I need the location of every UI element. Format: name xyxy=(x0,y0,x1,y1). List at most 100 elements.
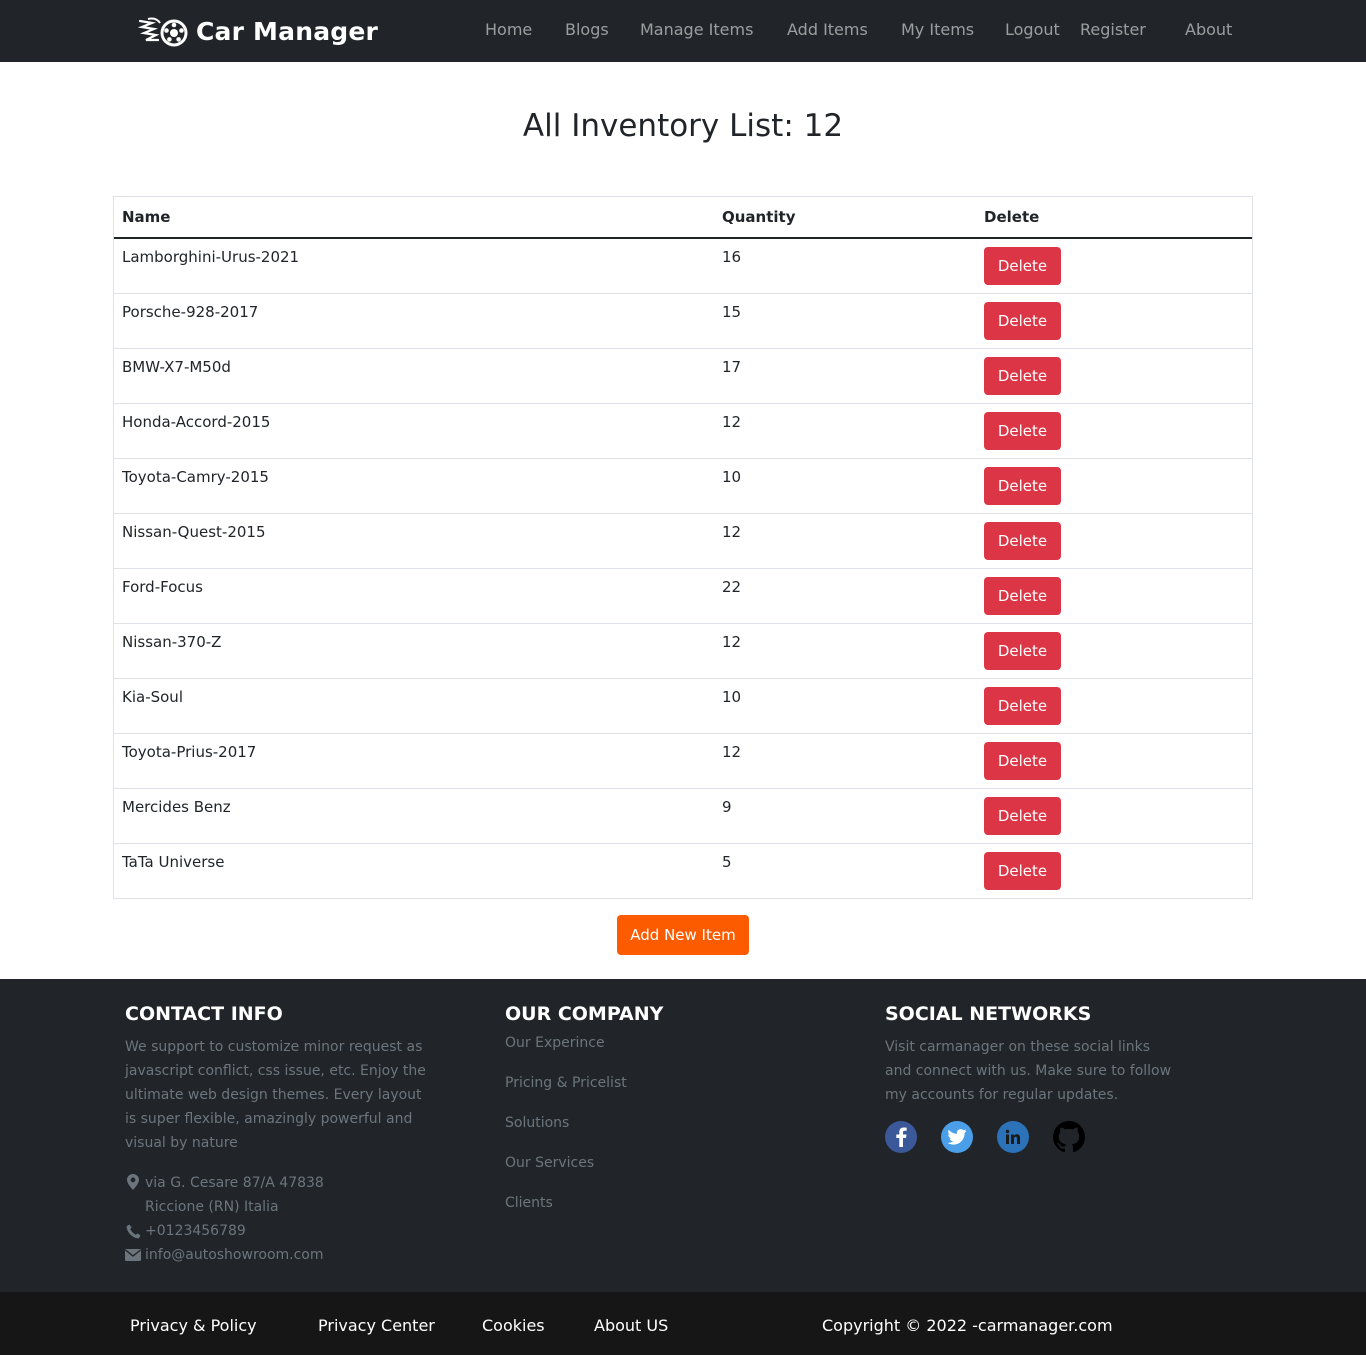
email-text: info@autoshowroom.com xyxy=(145,1247,324,1263)
brand-link[interactable]: Car Manager xyxy=(138,12,378,50)
table-row: Mercides Benz 9 Delete xyxy=(114,788,1252,843)
item-quantity-cell: 12 xyxy=(722,522,742,541)
address-text: via G. Cesare 87/A 47838 Riccione (RN) I… xyxy=(145,1175,324,1215)
delete-button[interactable]: Delete xyxy=(984,356,1061,395)
nav-about[interactable]: About xyxy=(1185,20,1232,39)
table-header-row: Name Quantity Delete xyxy=(114,197,1252,239)
delete-button[interactable]: Delete xyxy=(984,741,1061,780)
brand-name: Car Manager xyxy=(196,16,379,46)
item-name-cell: TaTa Universe xyxy=(122,852,225,871)
delete-button[interactable]: Delete xyxy=(984,576,1061,615)
envelope-icon xyxy=(125,1247,141,1263)
twitter-icon[interactable] xyxy=(941,1121,973,1153)
company-section: OUR COMPANY Our Experince Pricing & Pric… xyxy=(505,1003,805,1235)
item-name-cell: Toyota-Camry-2015 xyxy=(122,467,269,486)
cookies-link[interactable]: Cookies xyxy=(482,1316,545,1335)
company-link-services[interactable]: Our Services xyxy=(505,1155,805,1195)
item-quantity-cell: 10 xyxy=(722,467,742,486)
privacy-center-link[interactable]: Privacy Center xyxy=(318,1316,435,1335)
bottom-bar: Privacy & Policy Privacy Center Cookies … xyxy=(0,1292,1366,1355)
navbar: Car Manager Home Blogs Manage Items Add … xyxy=(0,0,1366,62)
social-section: SOCIAL NETWORKS Visit carmanager on thes… xyxy=(885,1003,1185,1153)
nav-register[interactable]: Register xyxy=(1080,20,1146,39)
item-name-cell: Mercides Benz xyxy=(122,797,231,816)
copyright-text: Copyright © 2022 -carmanager.com xyxy=(822,1316,1113,1335)
item-name-cell: Lamborghini-Urus-2021 xyxy=(122,248,300,266)
delete-button[interactable]: Delete xyxy=(984,851,1061,890)
item-quantity-cell: 5 xyxy=(722,852,732,871)
map-marker-icon xyxy=(125,1174,141,1190)
table-row: Ford-Focus 22 Delete xyxy=(114,568,1252,623)
item-quantity-cell: 12 xyxy=(722,632,742,651)
table-row: Nissan-370-Z 12 Delete xyxy=(114,623,1252,678)
item-quantity-cell: 15 xyxy=(722,302,742,321)
item-quantity-cell: 12 xyxy=(722,742,742,761)
delete-button[interactable]: Delete xyxy=(984,411,1061,450)
delete-button[interactable]: Delete xyxy=(984,301,1061,340)
contact-heading: CONTACT INFO xyxy=(125,1003,283,1025)
delete-button[interactable]: Delete xyxy=(984,466,1061,505)
nav-home[interactable]: Home xyxy=(485,20,532,39)
table-row: Toyota-Prius-2017 12 Delete xyxy=(114,733,1252,788)
item-quantity-cell: 10 xyxy=(722,687,742,706)
item-delete-cell: Delete xyxy=(976,348,1252,403)
item-name-cell: BMW-X7-M50d xyxy=(122,357,231,376)
about-us-link[interactable]: About US xyxy=(594,1316,668,1335)
item-name-cell: Nissan-Quest-2015 xyxy=(122,522,266,541)
item-name-cell: Kia-Soul xyxy=(122,687,183,706)
social-icons xyxy=(885,1121,1185,1153)
phone-icon xyxy=(125,1223,141,1239)
item-delete-cell: Delete xyxy=(976,678,1252,733)
item-quantity-cell: 22 xyxy=(722,577,742,596)
item-delete-cell: Delete xyxy=(976,293,1252,348)
page-title: All Inventory List: 12 xyxy=(522,108,844,144)
table-row: Toyota-Camry-2015 10 Delete xyxy=(114,458,1252,513)
footer: CONTACT INFO We support to customize min… xyxy=(0,979,1366,1292)
nav-blogs[interactable]: Blogs xyxy=(565,20,609,39)
item-delete-cell: Delete xyxy=(976,458,1252,513)
github-icon[interactable] xyxy=(1053,1121,1085,1153)
delete-button[interactable]: Delete xyxy=(984,686,1061,725)
table-row: Honda-Accord-2015 12 Delete xyxy=(114,403,1252,458)
nav-logout[interactable]: Logout xyxy=(1005,20,1060,39)
company-link-pricing[interactable]: Pricing & Pricelist xyxy=(505,1075,805,1115)
delete-button[interactable]: Delete xyxy=(984,796,1061,835)
nav-my-items[interactable]: My Items xyxy=(901,20,974,39)
item-delete-cell: Delete xyxy=(976,568,1252,623)
item-delete-cell: Delete xyxy=(976,733,1252,788)
inventory-table-wrapper: Name Quantity Delete Lamborghini-Urus-20… xyxy=(113,196,1253,899)
delete-button[interactable]: Delete xyxy=(984,631,1061,670)
item-name-cell: Honda-Accord-2015 xyxy=(122,412,271,431)
nav-manage-items[interactable]: Manage Items xyxy=(640,20,753,39)
item-delete-cell: Delete xyxy=(976,788,1252,843)
header-name: Name xyxy=(114,197,714,239)
table-row: Nissan-Quest-2015 12 Delete xyxy=(114,513,1252,568)
company-link-solutions[interactable]: Solutions xyxy=(505,1115,805,1155)
delete-button[interactable]: Delete xyxy=(984,521,1061,560)
item-name-cell: Toyota-Prius-2017 xyxy=(122,742,257,761)
item-delete-cell: Delete xyxy=(976,403,1252,458)
phone-text: +0123456789 xyxy=(145,1223,246,1239)
company-link-clients[interactable]: Clients xyxy=(505,1195,805,1235)
header-quantity: Quantity xyxy=(714,197,976,239)
facebook-icon[interactable] xyxy=(885,1121,917,1153)
delete-button[interactable]: Delete xyxy=(984,247,1061,285)
linkedin-icon[interactable] xyxy=(997,1121,1029,1153)
company-link-experience[interactable]: Our Experince xyxy=(505,1035,805,1075)
social-heading: SOCIAL NETWORKS xyxy=(885,1003,1092,1025)
car-wheel-logo-icon xyxy=(138,17,188,47)
table-row: TaTa Universe 5 Delete xyxy=(114,843,1252,898)
table-body: Lamborghini-Urus-2021 16 Delete Porsche-928… xyxy=(114,238,1252,898)
privacy-policy-link[interactable]: Privacy & Policy xyxy=(130,1316,257,1335)
contact-description: We support to customize minor request as… xyxy=(125,1039,426,1151)
item-delete-cell: Delete xyxy=(976,513,1252,568)
inventory-table: Name Quantity Delete Lamborghini-Urus-20… xyxy=(114,197,1252,898)
email-line: info@autoshowroom.com xyxy=(125,1243,445,1267)
social-description: Visit carmanager on these social links a… xyxy=(885,1039,1172,1103)
table-row: BMW-X7-M50d 17 Delete xyxy=(114,348,1252,403)
table-row: Lamborghini-Urus-2021 16 Delete xyxy=(114,238,1252,293)
item-quantity-cell: 17 xyxy=(722,357,742,376)
header-delete: Delete xyxy=(976,197,1252,239)
add-new-item-button[interactable]: Add New Item xyxy=(617,915,749,955)
nav-add-items[interactable]: Add Items xyxy=(787,20,868,39)
